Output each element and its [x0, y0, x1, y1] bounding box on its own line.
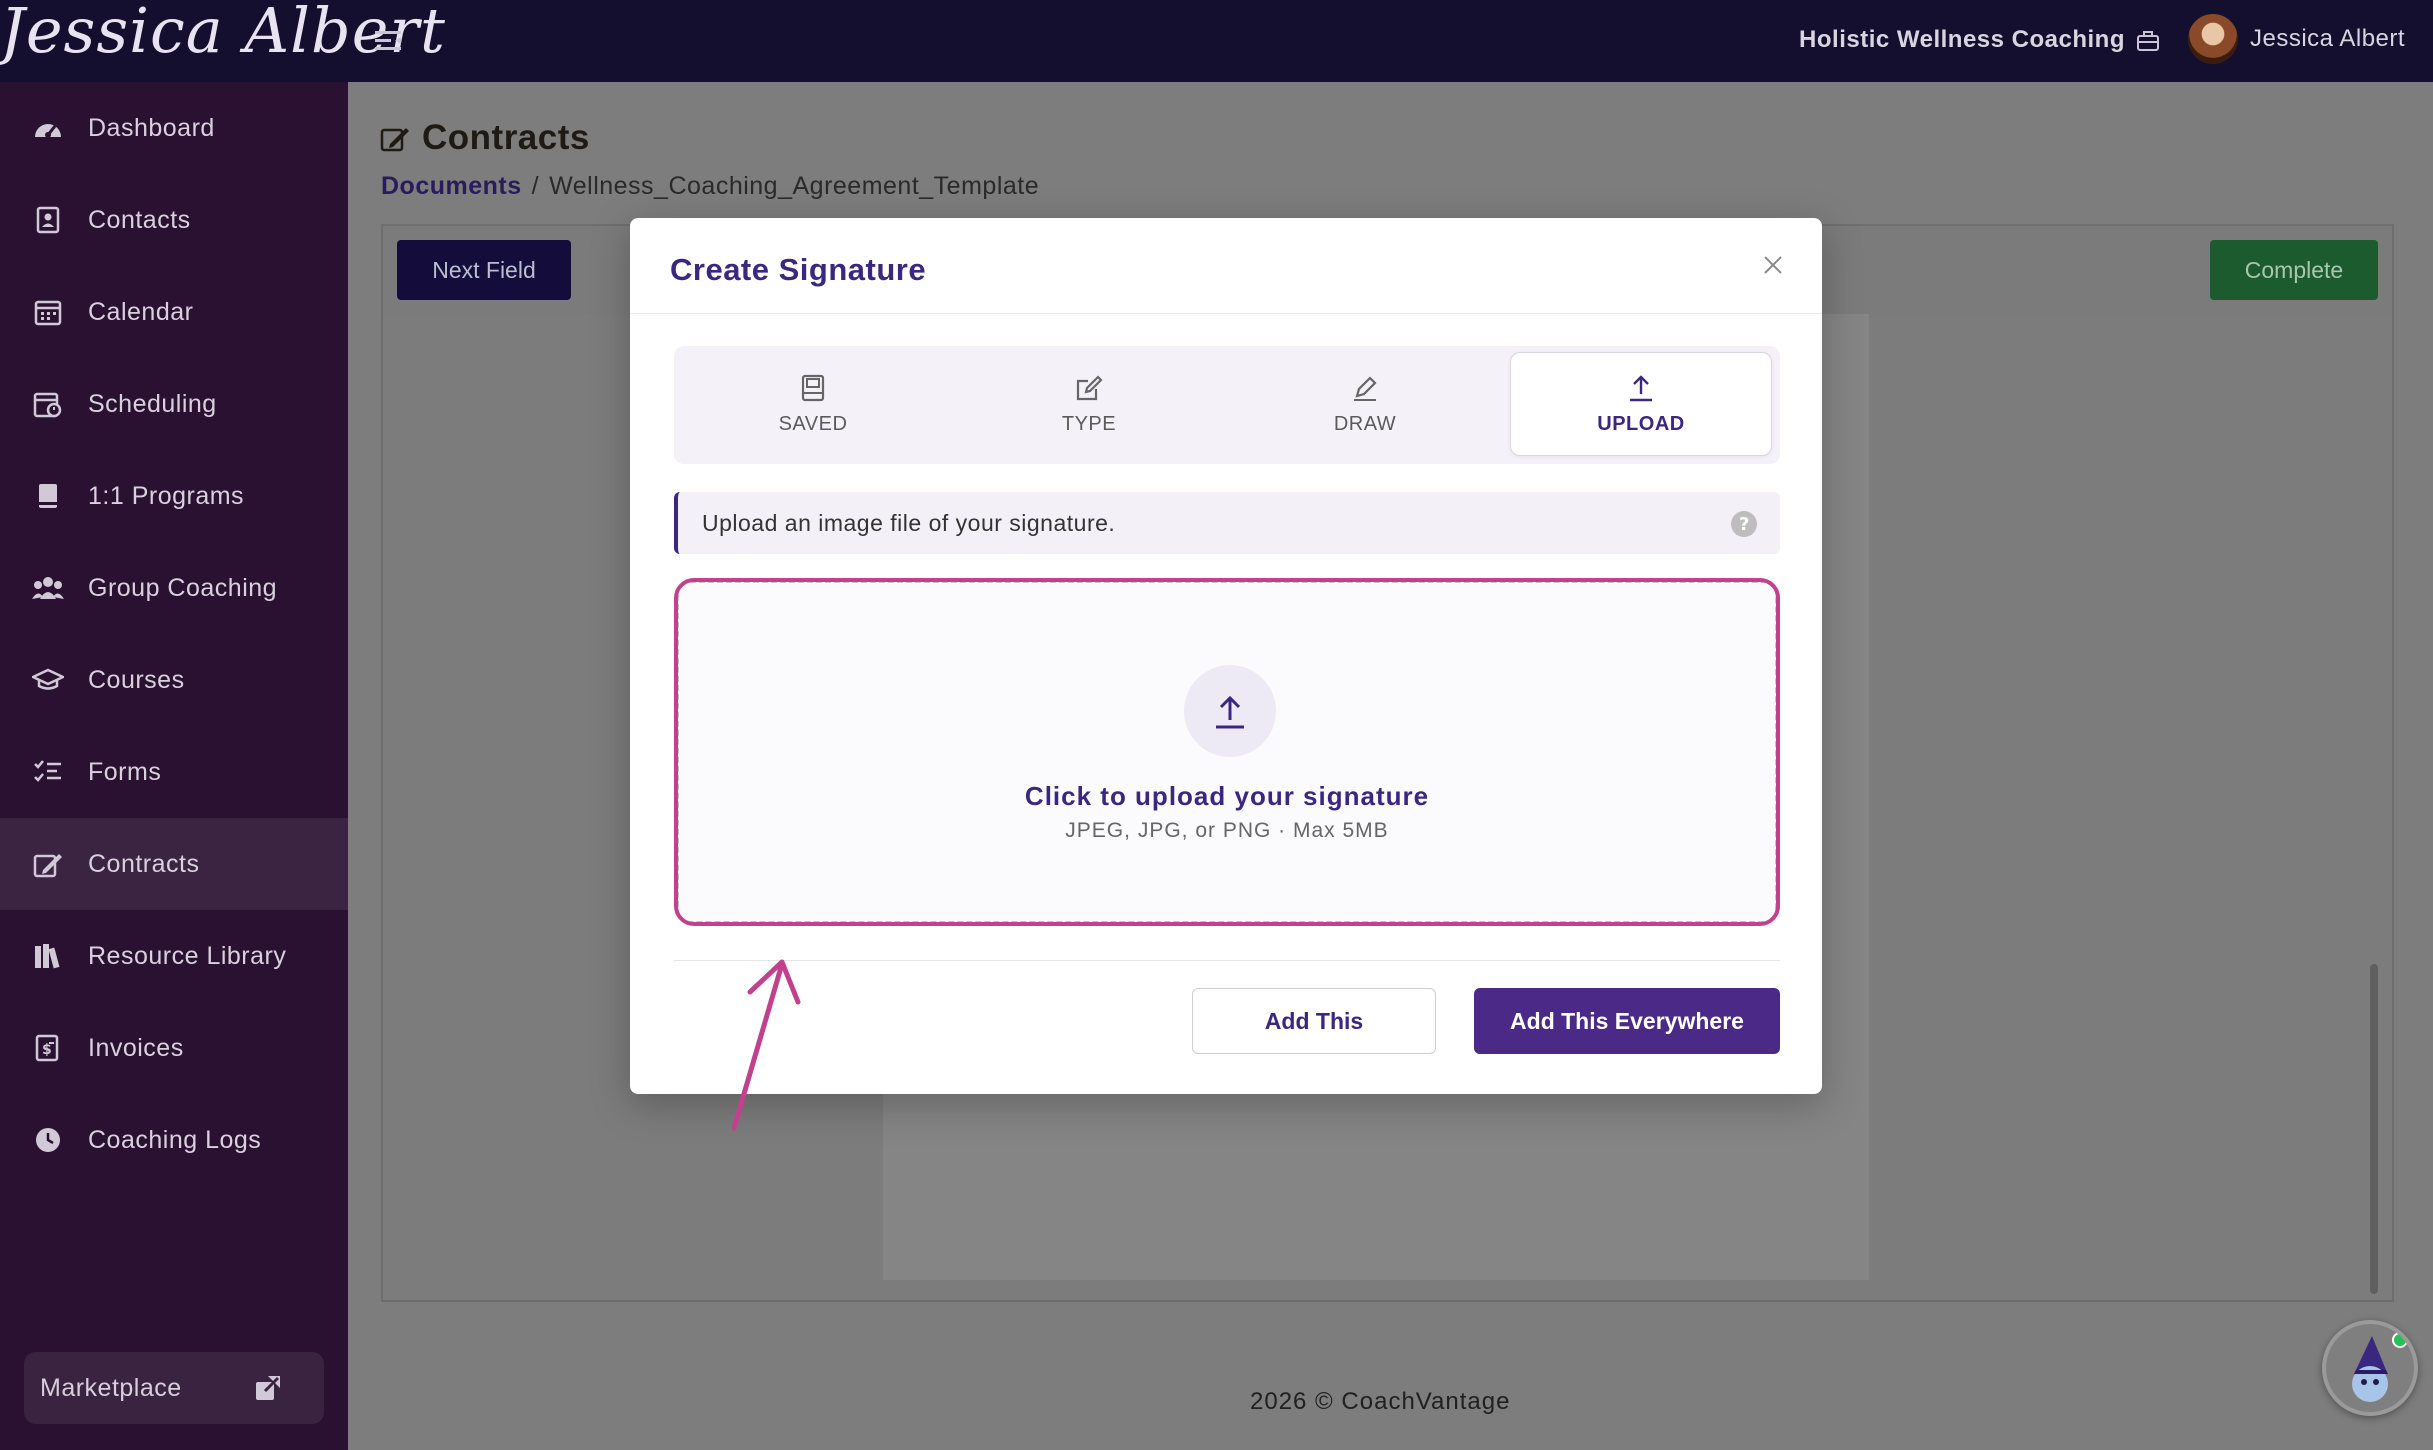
dashboard-icon	[32, 112, 64, 144]
sidebar-item-resource-library[interactable]: Resource Library	[0, 910, 348, 1002]
list-check-icon	[32, 756, 64, 788]
clock-icon	[32, 1124, 64, 1156]
sidebar-item-courses[interactable]: Courses	[0, 634, 348, 726]
upload-icon	[1216, 695, 1244, 729]
upload-info-text: Upload an image file of your signature.	[702, 509, 1116, 536]
next-field-button[interactable]: Next Field	[397, 240, 571, 300]
external-link-icon	[256, 1376, 280, 1400]
breadcrumb-separator: /	[531, 172, 540, 200]
sidebar-item-label: Group Coaching	[88, 573, 278, 602]
tab-saved[interactable]: SAVED	[682, 352, 944, 456]
page-title: Contracts	[422, 118, 590, 157]
signature-upload-dropzone[interactable]: Click to upload your signature JPEG, JPG…	[676, 580, 1778, 924]
tab-draw[interactable]: DRAW	[1234, 352, 1496, 456]
edit-icon	[1076, 374, 1103, 400]
upload-icon	[1630, 374, 1652, 401]
add-this-button[interactable]: Add This	[1192, 988, 1436, 1054]
menu-toggle-button[interactable]	[372, 26, 406, 56]
upload-info-bar: Upload an image file of your signature. …	[674, 492, 1780, 554]
tab-label: TYPE	[1061, 412, 1117, 435]
book-icon	[32, 480, 64, 512]
menu-collapse-icon	[375, 31, 401, 50]
tab-type[interactable]: TYPE	[958, 352, 1220, 456]
help-assistant-button[interactable]	[2322, 1320, 2418, 1416]
complete-button[interactable]: Complete	[2210, 240, 2378, 300]
modal-title: Create Signature	[670, 252, 927, 287]
sidebar-item-group-coaching[interactable]: Group Coaching	[0, 542, 348, 634]
dropzone-title: Click to upload your signature	[1024, 781, 1430, 811]
tab-label: DRAW	[1333, 412, 1397, 435]
graduation-cap-icon	[32, 664, 64, 696]
scheduling-icon	[32, 388, 64, 420]
sidebar-item-coaching-logs[interactable]: Coaching Logs	[0, 1094, 348, 1186]
sidebar-item-dashboard[interactable]: Dashboard	[0, 82, 348, 174]
sidebar-item-programs[interactable]: 1:1 Programs	[0, 450, 348, 542]
help-icon[interactable]: ?	[1730, 510, 1758, 538]
pen-icon	[1354, 375, 1377, 401]
document-scrollbar[interactable]	[2370, 964, 2378, 1294]
invoice-icon: $	[32, 1032, 64, 1064]
page-header: Contracts	[380, 118, 590, 158]
calendar-icon	[32, 296, 64, 328]
organization-name[interactable]: Holistic Wellness Coaching	[1799, 26, 2125, 54]
breadcrumb-current: Wellness_Coaching_Agreement_Template	[549, 172, 1040, 200]
modal-header: Create Signature	[630, 218, 1822, 314]
sidebar-item-calendar[interactable]: Calendar	[0, 266, 348, 358]
sidebar-item-scheduling[interactable]: Scheduling	[0, 358, 348, 450]
signature-tabs: SAVED TYPE DRAW UPLOAD	[674, 346, 1780, 464]
signature-icon	[32, 848, 64, 880]
library-icon	[32, 940, 64, 972]
dropzone-subtitle: JPEG, JPG, or PNG · Max 5MB	[1065, 819, 1389, 842]
sidebar-item-label: Contracts	[88, 849, 200, 878]
sidebar: Dashboard Contacts Calendar Scheduling 1…	[0, 82, 348, 1450]
tab-label: UPLOAD	[1597, 412, 1685, 435]
sidebar-item-label: Dashboard	[88, 113, 215, 142]
upload-icon-circle	[1184, 665, 1276, 757]
tab-upload[interactable]: UPLOAD	[1510, 352, 1772, 456]
online-status-dot	[2392, 1332, 2408, 1348]
sidebar-item-label: Courses	[88, 665, 185, 694]
sidebar-item-label: 1:1 Programs	[88, 481, 245, 510]
group-icon	[32, 572, 64, 604]
marketplace-label: Marketplace	[40, 1373, 182, 1402]
signature-icon	[380, 128, 409, 152]
sidebar-item-label: Scheduling	[88, 389, 217, 418]
sidebar-item-invoices[interactable]: $ Invoices	[0, 1002, 348, 1094]
user-name[interactable]: Jessica Albert	[2250, 25, 2405, 53]
sidebar-item-label: Forms	[88, 757, 162, 786]
sidebar-item-contacts[interactable]: Contacts	[0, 174, 348, 266]
footer-copyright: 2026 © CoachVantage	[1250, 1388, 1511, 1415]
create-signature-modal: Create Signature SAVED TYPE DRAW UPLOAD …	[630, 218, 1822, 1094]
close-icon[interactable]	[1760, 252, 1786, 278]
sidebar-item-label: Calendar	[88, 297, 194, 326]
sidebar-item-label: Invoices	[88, 1033, 184, 1062]
tab-label: SAVED	[778, 412, 848, 435]
svg-text:?: ?	[1739, 514, 1750, 535]
sidebar-item-label: Resource Library	[88, 941, 287, 970]
top-bar: Jessica Albert Holistic Wellness Coachin…	[0, 0, 2433, 82]
sidebar-item-label: Contacts	[88, 205, 191, 234]
briefcase-icon[interactable]	[2135, 28, 2161, 54]
contacts-icon	[32, 204, 64, 236]
svg-text:$: $	[42, 1042, 52, 1058]
sidebar-item-label: Coaching Logs	[88, 1125, 262, 1154]
user-avatar[interactable]	[2188, 14, 2238, 64]
modal-divider	[674, 960, 1780, 961]
sidebar-item-contracts[interactable]: Contracts	[0, 818, 348, 910]
add-this-everywhere-button[interactable]: Add This Everywhere	[1474, 988, 1780, 1054]
sidebar-item-forms[interactable]: Forms	[0, 726, 348, 818]
breadcrumb-documents-link[interactable]: Documents	[381, 172, 522, 200]
saved-icon	[801, 374, 825, 401]
marketplace-button[interactable]: Marketplace	[24, 1352, 324, 1424]
breadcrumb: Documents / Wellness_Coaching_Agreement_Te…	[381, 172, 1039, 201]
